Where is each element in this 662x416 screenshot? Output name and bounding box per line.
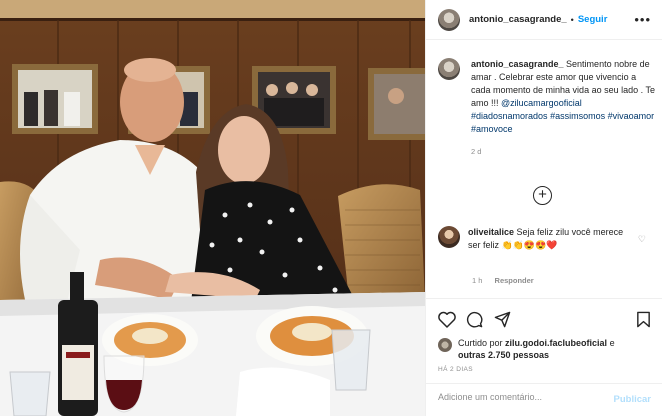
comment-age[interactable]: 1 h bbox=[472, 276, 482, 285]
commenter-username[interactable]: oliveitalice bbox=[468, 227, 514, 237]
add-comment-bar: Publicar bbox=[426, 383, 662, 416]
caption-username[interactable]: antonio_casagrande_ bbox=[471, 59, 564, 69]
water-glass-left bbox=[9, 371, 51, 416]
post-date[interactable]: HÁ 2 DIAS bbox=[438, 366, 473, 373]
wall-frame-4 bbox=[368, 68, 425, 140]
author-username[interactable]: antonio_casagrande_ bbox=[469, 14, 567, 25]
share-direct-icon[interactable] bbox=[494, 311, 511, 328]
comment-bubble-icon[interactable] bbox=[466, 311, 483, 328]
publish-button[interactable]: Publicar bbox=[614, 394, 652, 405]
likes-count-link[interactable]: outras 2.750 pessoas bbox=[458, 350, 549, 360]
likes-conjunction: e bbox=[609, 338, 615, 348]
comment-text: oliveitalice Seja feliz zilu você merece… bbox=[468, 226, 633, 252]
header-separator: • bbox=[570, 14, 574, 25]
liker-avatar[interactable] bbox=[438, 338, 452, 352]
water-glass-right bbox=[331, 329, 371, 391]
load-more-comments-button[interactable]: + bbox=[533, 186, 552, 205]
caption-text: antonio_casagrande_ Sentimento nobre de … bbox=[471, 58, 656, 158]
post-header: antonio_casagrande_ • Seguir ••• bbox=[426, 0, 662, 40]
follow-button[interactable]: Seguir bbox=[578, 14, 608, 25]
photo-illustration bbox=[0, 0, 425, 416]
comment-like-icon[interactable]: ♡ bbox=[638, 234, 646, 245]
comment-item: oliveitalice Seja feliz zilu você merece… bbox=[438, 226, 656, 252]
likes-text: Curtido por zilu.godoi.faclubeoficial e … bbox=[458, 337, 615, 361]
hashtag-amovoce[interactable]: #amovoce bbox=[471, 124, 513, 134]
reply-button[interactable]: Responder bbox=[495, 276, 534, 285]
likes-summary: Curtido por zilu.godoi.faclubeoficial e … bbox=[438, 337, 615, 361]
post-side-panel: antonio_casagrande_ • Seguir ••• antonio… bbox=[425, 0, 662, 416]
likes-prefix: Curtido por bbox=[458, 338, 503, 348]
author-avatar[interactable] bbox=[438, 8, 460, 31]
add-comment-input[interactable] bbox=[438, 392, 598, 402]
comment-meta: 1 h Responder bbox=[472, 276, 544, 285]
caption-author-avatar[interactable] bbox=[438, 58, 460, 80]
hashtag-assimsomos[interactable]: #assimsomos bbox=[550, 111, 605, 121]
post-photo[interactable] bbox=[0, 0, 425, 416]
more-options-icon[interactable]: ••• bbox=[634, 12, 651, 27]
hashtag-diadosnamorados[interactable]: #diadosnamorados bbox=[471, 111, 548, 121]
commenter-avatar[interactable] bbox=[438, 226, 460, 248]
hashtag-vivaoamor[interactable]: #vivaoamor bbox=[608, 111, 655, 121]
post-actions: Curtido por zilu.godoi.faclubeoficial e … bbox=[426, 298, 662, 416]
caption-age[interactable]: 2 d bbox=[471, 145, 656, 158]
like-heart-icon[interactable] bbox=[438, 311, 456, 328]
wall-frame-1 bbox=[12, 64, 98, 134]
caption-mention[interactable]: @zilucamargooficial bbox=[501, 98, 582, 108]
save-bookmark-icon[interactable] bbox=[636, 311, 651, 328]
instagram-post-window: antonio_casagrande_ • Seguir ••• antonio… bbox=[0, 0, 662, 416]
post-caption: antonio_casagrande_ Sentimento nobre de … bbox=[438, 58, 656, 158]
liker-username[interactable]: zilu.godoi.faclubeoficial bbox=[505, 338, 607, 348]
chair-right bbox=[338, 184, 425, 310]
